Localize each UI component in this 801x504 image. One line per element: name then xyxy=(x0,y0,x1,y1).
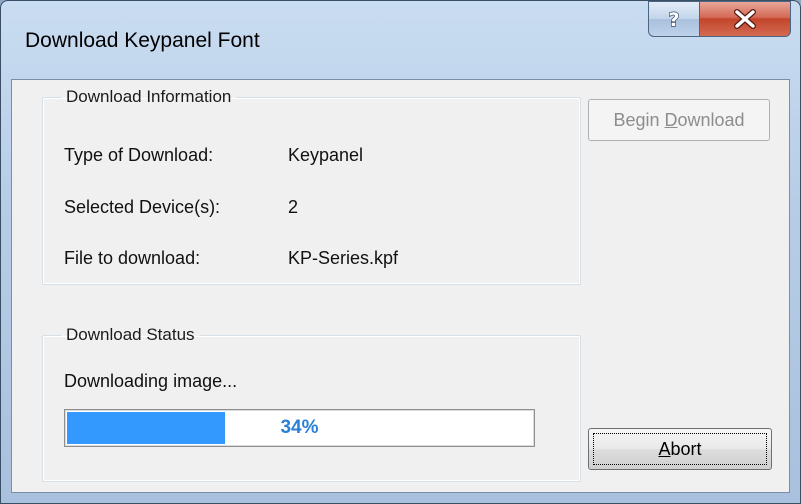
close-button[interactable] xyxy=(699,1,791,37)
title-bar[interactable]: Download Keypanel Font ? xyxy=(1,1,800,79)
progress-percent: 34% xyxy=(280,417,319,438)
file-to-download-value: KP-Series.kpf xyxy=(288,248,399,268)
download-information-legend: Download Information xyxy=(66,87,232,106)
begin-download-label: Begin Download xyxy=(613,109,745,130)
selected-devices-label: Selected Device(s): xyxy=(64,197,221,217)
download-status-legend: Download Status xyxy=(66,325,195,344)
help-icon: ? xyxy=(668,8,680,30)
mnemonic-letter: D xyxy=(664,109,678,130)
type-of-download-value: Keypanel xyxy=(288,145,364,165)
close-icon xyxy=(734,9,756,29)
download-status-text: Downloading image... xyxy=(64,371,238,391)
file-to-download-label: File to download: xyxy=(64,248,201,268)
abort-button[interactable]: Abort xyxy=(588,428,772,470)
window-title: Download Keypanel Font xyxy=(25,29,260,52)
download-status-group: Download Status xyxy=(42,325,581,482)
focus-rectangle xyxy=(593,433,767,465)
selected-devices-value: 2 xyxy=(288,197,299,217)
begin-download-button[interactable]: Begin Download xyxy=(588,99,770,141)
dialog-client-area: Download Information Type of Download: K… xyxy=(11,79,790,493)
download-progress-bar: 34% xyxy=(64,409,535,447)
type-of-download-label: Type of Download: xyxy=(64,145,214,165)
help-button[interactable]: ? xyxy=(648,1,700,37)
svg-text:?: ? xyxy=(668,9,679,30)
dialog-window: Download Keypanel Font ? Download Inform… xyxy=(0,0,801,504)
